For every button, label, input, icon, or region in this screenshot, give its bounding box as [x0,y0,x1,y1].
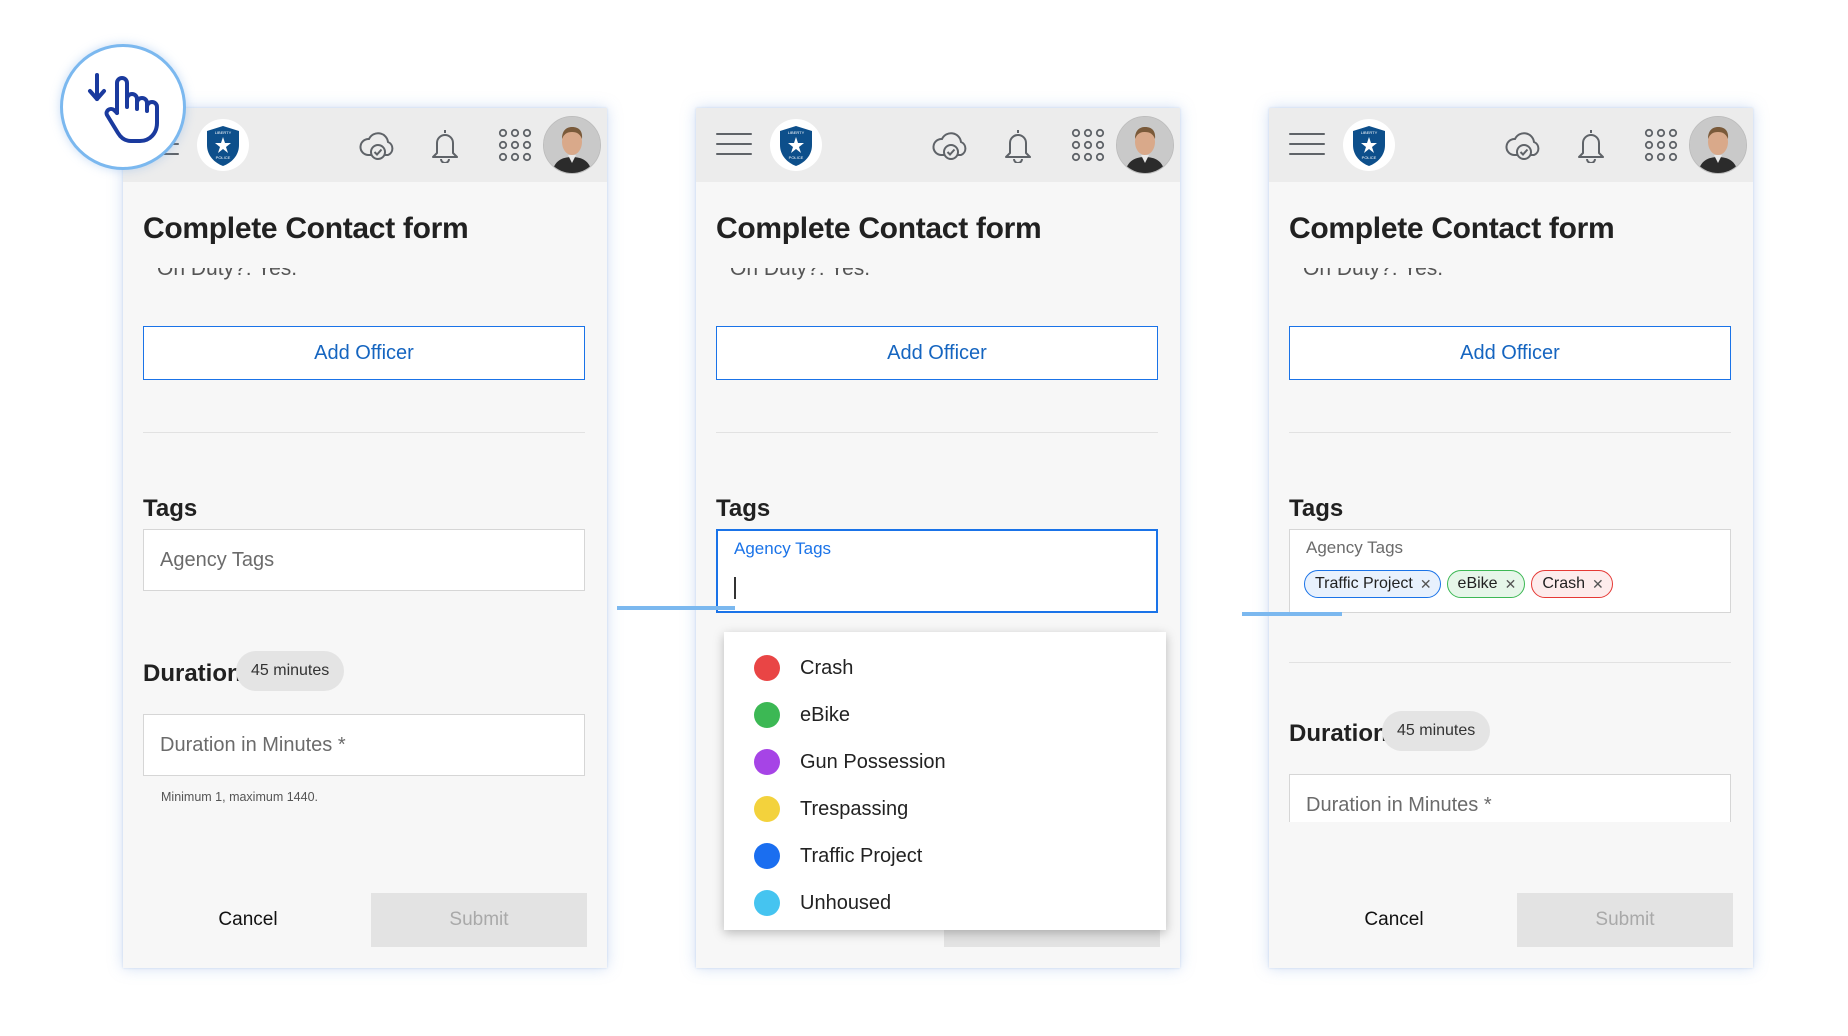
hamburger-menu-icon[interactable] [716,133,752,157]
agency-tags-label: Agency Tags [734,539,832,558]
duration-heading: Duration [143,660,242,687]
tag-color-dot [754,843,780,869]
tag-option-traffic-project[interactable]: Traffic Project [754,836,922,876]
user-avatar[interactable] [1116,116,1174,174]
police-badge-logo: LIBERTY POLICE [770,119,822,171]
tag-color-dot [754,890,780,916]
scroll-clip [1269,822,1753,882]
tag-color-dot [754,796,780,822]
tap-scroll-down-icon [60,44,186,170]
on-duty-text: On Duty?: Yes. [1303,268,1444,280]
logo-text-bottom: POLICE [789,155,804,160]
submit-button[interactable]: Submit [1517,893,1733,947]
tag-chip-ebike[interactable]: eBike ✕ [1446,570,1526,598]
divider [143,432,585,433]
duration-minutes-input[interactable]: Duration in Minutes * [143,714,585,776]
hamburger-menu-icon[interactable] [1289,133,1325,157]
contact-form-panel-1: LIBERTY POLICE Complete Contact form On … [123,108,607,968]
on-duty-text: On Duty?: Yes. [730,268,871,280]
user-avatar[interactable] [543,116,601,174]
user-avatar[interactable] [1689,116,1747,174]
bell-icon[interactable] [1001,127,1035,163]
top-bar: LIBERTY POLICE [123,108,607,182]
remove-tag-icon[interactable]: ✕ [1592,576,1604,593]
apps-grid-icon[interactable] [1070,127,1106,163]
duration-minutes-label: Duration in Minutes * [1306,794,1492,816]
agency-tags-label: Agency Tags [160,549,275,571]
tag-option-ebike[interactable]: eBike [754,695,850,735]
bell-icon[interactable] [428,127,462,163]
tags-heading: Tags [143,495,198,522]
apps-grid-icon[interactable] [497,127,533,163]
apps-grid-icon[interactable] [1643,127,1679,163]
tag-option-crash[interactable]: Crash [754,648,853,688]
cancel-button[interactable]: Cancel [163,893,333,947]
police-badge-logo: LIBERTY POLICE [1343,119,1395,171]
duration-helper-text: Minimum 1, maximum 1440. [161,790,318,804]
divider [1289,662,1731,663]
cloud-check-icon[interactable] [931,127,971,163]
duration-badge: 45 minutes [236,651,345,691]
cloud-check-icon[interactable] [1504,127,1544,163]
logo-text-top: LIBERTY [215,130,232,135]
divider [1289,432,1731,433]
agency-tags-input[interactable]: Agency Tags Traffic Project ✕ eBike ✕ Cras… [1289,529,1731,613]
divider [716,432,1158,433]
tags-heading: Tags [716,495,771,522]
police-badge-logo: LIBERTY POLICE [197,119,249,171]
duration-heading: Duration [1289,720,1388,747]
on-duty-text: On Duty?: Yes. [157,268,298,280]
agency-tags-input[interactable]: Agency Tags [143,529,585,591]
connector-line-2 [1242,612,1342,616]
page-title: Complete Contact form [1289,212,1615,245]
remove-tag-icon[interactable]: ✕ [1505,576,1517,593]
tag-color-dot [754,702,780,728]
submit-button[interactable]: Submit [371,893,587,947]
tag-color-dot [754,655,780,681]
tag-option-unhoused[interactable]: Unhoused [754,883,891,923]
page-title: Complete Contact form [143,212,469,245]
connector-line-1 [617,606,735,610]
logo-text-top: LIBERTY [788,130,805,135]
cloud-check-icon[interactable] [358,127,398,163]
logo-text-bottom: POLICE [216,155,231,160]
remove-tag-icon[interactable]: ✕ [1420,576,1432,593]
agency-tags-label: Agency Tags [1306,538,1404,557]
tag-chip-crash[interactable]: Crash ✕ [1531,570,1613,598]
add-officer-button[interactable]: Add Officer [143,326,585,380]
add-officer-button[interactable]: Add Officer [716,326,1158,380]
tag-option-gun-possession[interactable]: Gun Possession [754,742,946,782]
duration-badge: 45 minutes [1382,711,1491,751]
agency-tags-input[interactable]: Agency Tags [716,529,1158,613]
text-caret [734,577,736,599]
contact-form-panel-3: LIBERTY POLICE Complete Contact form On … [1269,108,1753,968]
duration-minutes-label: Duration in Minutes * [160,734,346,756]
logo-text-bottom: POLICE [1362,155,1377,160]
page-title: Complete Contact form [716,212,1042,245]
tag-option-trespassing[interactable]: Trespassing [754,789,908,829]
tags-dropdown-menu: Crash eBike Gun Possession Trespassing T… [724,632,1166,930]
top-bar: LIBERTY POLICE [1269,108,1753,182]
cancel-button[interactable]: Cancel [1309,893,1479,947]
tag-color-dot [754,749,780,775]
tags-heading: Tags [1289,495,1344,522]
logo-text-top: LIBERTY [1361,130,1378,135]
selected-tags: Traffic Project ✕ eBike ✕ Crash ✕ [1304,570,1613,598]
tag-chip-traffic-project[interactable]: Traffic Project ✕ [1304,570,1441,598]
bell-icon[interactable] [1574,127,1608,163]
top-bar: LIBERTY POLICE [696,108,1180,182]
add-officer-button[interactable]: Add Officer [1289,326,1731,380]
